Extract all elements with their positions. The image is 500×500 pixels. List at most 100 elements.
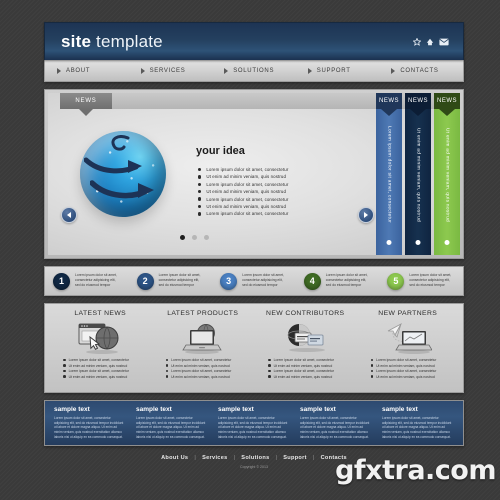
step-item-2[interactable]: 2 Lorem ipsum dolor sit amet, consectetu…: [129, 272, 213, 290]
step-item-4[interactable]: 4 Lorem ipsum dolor sit amet, consectetu…: [296, 272, 380, 290]
slider-prev-button[interactable]: [61, 207, 77, 223]
bullet-icon: [165, 364, 169, 367]
news-ribbon-body: Ut enim ad minim veniam, quis nostrud: [405, 109, 431, 255]
sample-text-title: sample text: [218, 406, 254, 413]
chevron-right-icon: [307, 67, 312, 74]
footer-separator: |: [312, 455, 315, 461]
list-item-label: Ut enim ad minim veniam, quis nostrud: [376, 374, 435, 379]
list-item: Lorem ipsum dolor sit amet, consectetur: [165, 369, 232, 374]
list-item: Lorem ipsum dolor sit amet, consectetur: [63, 358, 129, 362]
list-item-label: Ut enim ad minim veniam, quis nostrud: [206, 189, 286, 195]
news-ribbon-3[interactable]: NEWS Ut enim ad minim veniam, quis nostr…: [434, 93, 460, 255]
chevron-left-icon: [67, 212, 71, 218]
nav-item-services[interactable]: SERVICES: [129, 60, 213, 81]
news-ribbon-tab: NEWS: [405, 93, 431, 109]
list-item: Lorem ipsum dolor sit amet, consectetur: [198, 167, 288, 172]
footer-link-solutions[interactable]: Solutions: [241, 455, 269, 461]
step-line: sed do eiusmod tempor: [158, 283, 195, 288]
site-logo[interactable]: site template: [61, 32, 163, 52]
star-icon[interactable]: [413, 37, 421, 46]
list-item: Ut enim ad minim veniam, quis nostrud: [198, 204, 288, 209]
sample-text-title: sample text: [54, 406, 90, 413]
main-navigation: ABOUT SERVICES SOLUTIONS SUPPORT CONTACT…: [44, 60, 464, 82]
slider-news-tab[interactable]: NEWS: [60, 93, 112, 109]
step-number-badge: 3: [220, 272, 238, 290]
list-item: Ut enim ad minim veniam, quis nostrud: [63, 364, 129, 368]
list-item: Lorem ipsum dolor sit amet, consectetur: [198, 197, 288, 202]
step-number-badge: 1: [53, 272, 70, 290]
news-ribbon-1[interactable]: NEWS Lorem ipsum dolor sit amet, consect…: [376, 93, 402, 255]
chevron-right-icon: [140, 67, 145, 74]
step-line: sed do eiusmod tempor: [75, 283, 111, 288]
bullet-icon: [165, 358, 169, 362]
news-ribbon-group: NEWS Lorem ipsum dolor sit amet, consect…: [376, 93, 460, 255]
list-item-label: Ut enim ad minim veniam, quis nostrud: [68, 374, 128, 379]
sample-text-box-4: sample text Lorem ipsum dolor sit amet, …: [295, 406, 377, 440]
step-item-5[interactable]: 5 Lorem ipsum dolor sit amet, consectetu…: [379, 272, 463, 290]
sample-text-title: sample text: [382, 406, 418, 413]
column-list: Lorem ipsum dolor sit amet, consectetur …: [165, 358, 232, 380]
step-item-3[interactable]: 3 Lorem ipsum dolor sit amet, consectetu…: [212, 272, 296, 290]
slider-dot-1[interactable]: [180, 235, 185, 240]
chevron-right-icon: [224, 67, 229, 74]
step-line: sed do eiusmod tempor: [325, 283, 362, 288]
bullet-icon: [268, 375, 271, 379]
globe-arrow-icon: [90, 180, 154, 199]
chevron-right-icon: [57, 67, 61, 74]
site-template-page: site template ABOUT SERVICES SOLUTIONS S…: [44, 22, 464, 492]
news-ribbon-2[interactable]: NEWS Ut enim ad minim veniam, quis nostr…: [405, 93, 431, 255]
mail-icon[interactable]: [439, 38, 449, 46]
step-number-badge: 5: [387, 272, 405, 290]
list-item: Ut enim ad minim veniam, quis nostrud: [198, 189, 288, 194]
footer-link-support[interactable]: Support: [283, 455, 307, 461]
numbered-steps-bar: 1 Lorem ipsum dolor sit amet, consectetu…: [44, 266, 464, 296]
list-item-label: Lorem ipsum dolor sit amet, consectetur: [273, 358, 334, 362]
bullet-icon: [370, 369, 374, 373]
nav-item-label: SOLUTIONS: [233, 67, 275, 74]
sample-text-box-5: sample text Lorem ipsum dolor sit amet, …: [377, 406, 459, 440]
bullet-icon: [370, 358, 374, 362]
content-columns: LATEST NEWS Lorem ipsum dolor sit amet, …: [44, 303, 464, 393]
step-line: sed do eiusmod tempor: [409, 283, 445, 288]
list-item-label: Lorem ipsum dolor sit amet, consectetur: [206, 181, 289, 187]
bullet-icon: [165, 375, 169, 379]
list-item-label: Ut enim ad minim veniam, quis nostrud: [171, 374, 230, 379]
list-item: Ut enim ad minim veniam, quis nostrud: [370, 363, 437, 368]
list-item-label: Ut enim ad minim veniam, quis nostrud: [171, 363, 230, 368]
sample-text-title: sample text: [300, 406, 336, 413]
globe-illustration: [80, 131, 166, 217]
list-item: Lorem ipsum dolor sit amet, consectetur: [370, 358, 436, 362]
nav-item-about[interactable]: ABOUT: [45, 60, 129, 81]
list-item-label: Lorem ipsum dolor sit amet, consectetur: [206, 167, 289, 172]
news-ribbon-dot: [386, 240, 392, 245]
logo-light-text: template: [91, 31, 163, 51]
step-item-1[interactable]: 1 Lorem ipsum dolor sit amet, consectetu…: [45, 272, 129, 290]
list-item: Lorem ipsum dolor sit amet, consectetur: [268, 369, 334, 373]
home-icon[interactable]: [426, 38, 434, 46]
news-ribbon-tab: NEWS: [434, 93, 460, 109]
slider-dot-2[interactable]: [192, 235, 197, 240]
list-item-label: Ut enim ad minim veniam, quis nostrud: [273, 363, 333, 368]
hero-slider-panel: NEWS your idea Lorem ipsum dolor sit ame…: [44, 89, 464, 259]
step-description: Lorem ipsum dolor sit amet, consectetur …: [75, 273, 117, 289]
nav-item-solutions[interactable]: SOLUTIONS: [212, 60, 296, 81]
footer-link-services[interactable]: Services: [202, 455, 227, 461]
bullet-icon: [198, 189, 202, 194]
list-item-label: Lorem ipsum dolor sit amet, consectetur: [171, 369, 232, 374]
nav-item-contacts[interactable]: CONTACTS: [379, 60, 463, 81]
list-item-label: Lorem ipsum dolor sit amet, consectetur: [206, 211, 289, 217]
list-item: Ut enim ad minim veniam, quis nostrud: [198, 174, 288, 179]
list-item: Lorem ipsum dolor sit amet, consectetur: [63, 369, 129, 373]
footer-link-about-us[interactable]: About Us: [161, 455, 188, 461]
chevron-right-icon: [391, 67, 396, 74]
sample-text-title: sample text: [136, 406, 172, 413]
slider-next-button[interactable]: [358, 207, 374, 223]
list-item-label: Ut enim ad minim veniam, quis nostrud: [376, 363, 435, 368]
slider-dot-3[interactable]: [204, 235, 209, 240]
nav-item-support[interactable]: SUPPORT: [296, 60, 380, 81]
sample-text-bar: sample text Lorem ipsum dolor sit amet, …: [44, 400, 464, 446]
list-item-label: Lorem ipsum dolor sit amet, consectetur: [273, 369, 334, 374]
sample-text-body: Lorem ipsum dolor sit amet, consectetur …: [218, 416, 288, 439]
column-list: Lorem ipsum dolor sit amet, consectetur …: [370, 358, 437, 380]
column-latest-products: LATEST PRODUCTS Lorem ipsum dolor sit am…: [152, 310, 255, 388]
